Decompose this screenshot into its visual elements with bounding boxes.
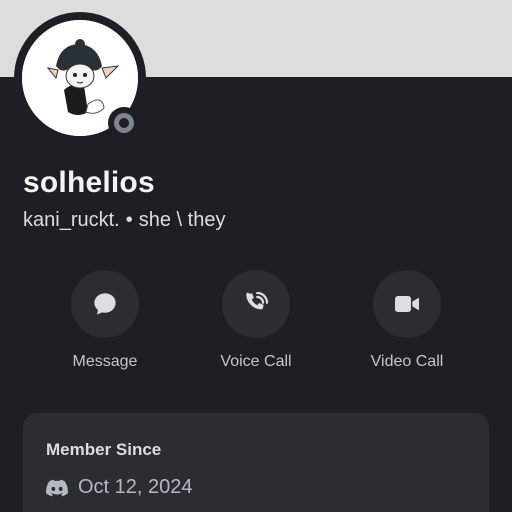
voice-call-button-circle[interactable] [222, 270, 290, 338]
profile-actions: Message Voice Call Video Call [0, 270, 512, 380]
discord-logo-icon [46, 479, 68, 497]
profile-subline: kani_ruckt. • she \ they [23, 209, 225, 232]
message-bubble-icon [94, 293, 116, 315]
username[interactable]: kani_ruckt. [23, 209, 120, 231]
profile-screen: solhelios kani_ruckt. • she \ they Message… [0, 0, 512, 512]
video-camera-icon [395, 296, 419, 312]
member-since-date: Oct 12, 2024 [78, 476, 193, 498]
voice-call-label: Voice Call [220, 353, 292, 370]
offline-status-icon [114, 113, 134, 133]
video-call-button-circle[interactable] [373, 270, 441, 338]
separator-dot: • [125, 209, 133, 231]
pronouns: she \ they [138, 209, 226, 231]
message-button-circle[interactable] [71, 270, 139, 338]
status-indicator [108, 107, 140, 139]
message-label: Message [72, 353, 138, 370]
message-button[interactable]: Message [45, 270, 165, 371]
display-name: solhelios [23, 166, 155, 199]
video-call-label: Video Call [370, 353, 444, 370]
voice-call-button[interactable]: Voice Call [196, 270, 316, 371]
video-call-button[interactable]: Video Call [347, 270, 467, 371]
member-since-row: Oct 12, 2024 [46, 476, 193, 499]
member-since-title: Member Since [46, 440, 162, 459]
phone-call-icon [246, 291, 269, 310]
member-since-card: Member Since Oct 12, 2024 [23, 413, 489, 512]
